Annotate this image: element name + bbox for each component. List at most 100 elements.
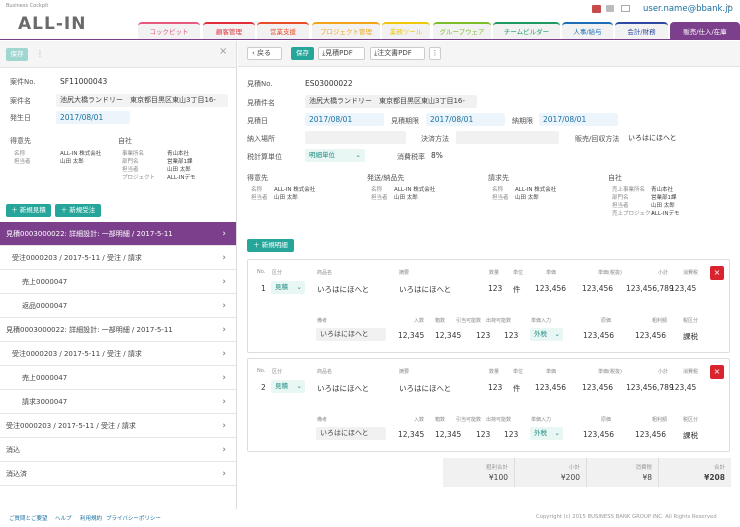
detail-note-input[interactable]: いろはにほへと bbox=[316, 328, 386, 341]
detail-price_tax[interactable]: 123,456 bbox=[582, 284, 613, 293]
tab-3[interactable]: プロジェクト管理 bbox=[312, 22, 380, 39]
estimate-pdf-label: 見積PDF bbox=[325, 49, 353, 57]
delivery-date-input[interactable]: 2017/08/01 bbox=[539, 113, 618, 126]
detail-qty[interactable]: 123 bbox=[488, 383, 502, 392]
tab-4[interactable]: 業務ツール bbox=[382, 22, 430, 39]
detail-boxes[interactable]: 12,345 bbox=[435, 430, 461, 439]
list-item[interactable]: 受注0000203 / 2017-5-11 / 受注 / 請求 › bbox=[0, 414, 236, 438]
new-estimate-button[interactable]: ＋ 新規見積 bbox=[6, 204, 51, 217]
mail-icon[interactable] bbox=[621, 5, 630, 12]
detail-note-input[interactable]: いろはにほへと bbox=[316, 427, 386, 440]
list-item[interactable]: 請求3000047 › bbox=[0, 390, 236, 414]
detail-in_qty[interactable]: 12,345 bbox=[398, 331, 424, 340]
gift-icon[interactable] bbox=[592, 5, 601, 13]
detail-deducted[interactable]: 123 bbox=[476, 331, 490, 340]
detail-header-deducted: 引当可能数 bbox=[456, 417, 482, 423]
notification-icon[interactable] bbox=[606, 5, 614, 12]
detail-shipped[interactable]: 123 bbox=[504, 331, 518, 340]
detail-in_qty[interactable]: 12,345 bbox=[398, 430, 424, 439]
tab-9[interactable]: 販売/仕入/在庫 bbox=[670, 22, 740, 39]
detail-header-cost: 原価 bbox=[601, 318, 612, 324]
tab-0[interactable]: コックピット bbox=[138, 22, 200, 39]
tab-label: コックピット bbox=[149, 28, 189, 36]
kubun-select[interactable]: 見積 ⌄ bbox=[271, 281, 305, 294]
detail-price[interactable]: 123,456 bbox=[535, 284, 566, 293]
footer-link[interactable]: 利用規約 bbox=[80, 514, 102, 522]
user-email[interactable]: user.name@bbank.jp bbox=[643, 4, 733, 14]
footer-link[interactable]: プライバシーポリシー bbox=[106, 514, 161, 522]
estimate-pdf-button[interactable]: ⤓見積PDF bbox=[318, 47, 365, 60]
list-item[interactable]: 見積0003000022: 詳細設計: 一部明細 / 2017-5-11 › bbox=[0, 318, 236, 342]
case-name-label: 案件名 bbox=[10, 97, 31, 105]
detail-name[interactable]: いろはにほへと bbox=[317, 284, 369, 295]
detail-unit[interactable]: 件 bbox=[513, 383, 521, 394]
detail-note-value: いろはにほへと bbox=[320, 429, 369, 437]
estimate-no-value: ES03000022 bbox=[305, 79, 353, 88]
detail-tax[interactable]: 123,45 bbox=[670, 383, 696, 392]
detail-header-tax_type: 税区分 bbox=[683, 318, 699, 324]
tax-unit-select[interactable]: 明細単位 ⌄ bbox=[305, 149, 365, 162]
list-item[interactable]: 売上0000047 › bbox=[0, 270, 236, 294]
tab-6[interactable]: チームビルダー bbox=[493, 22, 560, 39]
detail-qty[interactable]: 123 bbox=[488, 284, 502, 293]
list-item[interactable]: 消込 › bbox=[0, 438, 236, 462]
kubun-value: 見積 bbox=[275, 283, 288, 291]
list-item[interactable]: 受注0000203 / 2017-5-11 / 受注 / 請求 › bbox=[0, 342, 236, 366]
list-item[interactable]: 消込済 › bbox=[0, 462, 236, 486]
delete-row-icon[interactable]: × bbox=[710, 365, 724, 379]
occurrence-date-value[interactable]: 2017/08/01 bbox=[56, 111, 130, 124]
left-close-icon[interactable]: × bbox=[219, 46, 227, 57]
detail-price_tax[interactable]: 123,456 bbox=[582, 383, 613, 392]
detail-price[interactable]: 123,456 bbox=[535, 383, 566, 392]
tab-1[interactable]: 顧客管理 bbox=[203, 22, 255, 39]
app-logo[interactable]: ALL-IN bbox=[18, 14, 86, 34]
detail-boxes[interactable]: 12,345 bbox=[435, 331, 461, 340]
tax-input-select[interactable]: 外税 ⌄ bbox=[530, 427, 563, 440]
estimate-name-input[interactable]: 池尻大橋ランドリー 東京都目黒区東山3丁目16- bbox=[305, 95, 477, 108]
back-button[interactable]: ‹ 戻る bbox=[247, 47, 282, 60]
detail-summary[interactable]: いろはにほへと bbox=[399, 383, 451, 394]
valid-date-input[interactable]: 2017/08/01 bbox=[426, 113, 505, 126]
detail-name[interactable]: いろはにほへと bbox=[317, 383, 369, 394]
tab-2[interactable]: 営業支援 bbox=[257, 22, 309, 39]
detail-shipped[interactable]: 123 bbox=[504, 430, 518, 439]
detail-tax[interactable]: 123,45 bbox=[670, 284, 696, 293]
detail-header-shipped: 出荷可能数 bbox=[486, 318, 512, 324]
delete-row-icon[interactable]: × bbox=[710, 266, 724, 280]
estimate-date-input[interactable]: 2017/08/01 bbox=[305, 113, 384, 126]
new-detail-button[interactable]: ＋ 新規明細 bbox=[247, 239, 294, 252]
list-item[interactable]: 受注0000203 / 2017-5-11 / 受注 / 請求 › bbox=[0, 246, 236, 270]
detail-deducted[interactable]: 123 bbox=[476, 430, 490, 439]
left-more-icon[interactable]: ⋮ bbox=[36, 49, 44, 58]
party-field-key: 売上プロジェクト bbox=[612, 211, 657, 217]
tab-8[interactable]: 会計/財務 bbox=[615, 22, 668, 39]
new-order-button[interactable]: ＋ 新規受注 bbox=[55, 204, 101, 217]
delivery-place-input[interactable] bbox=[305, 131, 406, 144]
tax-input-select[interactable]: 外税 ⌄ bbox=[530, 328, 563, 341]
user-menu-chevron-icon[interactable]: ▾ bbox=[727, 3, 731, 11]
party-title: 請求先 bbox=[488, 174, 509, 182]
total-value: ¥200 bbox=[560, 473, 580, 482]
case-name-value[interactable]: 池尻大橋ランドリー 東京都目黒区東山3丁目16- bbox=[56, 94, 228, 107]
list-item[interactable]: 返品0000047 › bbox=[0, 294, 236, 318]
tab-label: プロジェクト管理 bbox=[320, 28, 372, 36]
tab-5[interactable]: グループウェア bbox=[433, 22, 491, 39]
detail-unit[interactable]: 件 bbox=[513, 284, 521, 295]
list-item[interactable]: 見積0003000022: 詳細設計: 一部明細 / 2017-5-11 › bbox=[0, 222, 236, 246]
save-button[interactable]: 保存 bbox=[291, 47, 314, 60]
payment-method-input[interactable] bbox=[456, 131, 559, 144]
detail-subtotal[interactable]: 123,456,789 bbox=[626, 284, 674, 293]
kubun-select[interactable]: 見積 ⌄ bbox=[271, 380, 305, 393]
detail-tax-type: 課税 bbox=[683, 431, 698, 440]
chevron-right-icon: › bbox=[222, 229, 226, 239]
detail-subtotal[interactable]: 123,456,789 bbox=[626, 383, 674, 392]
tab-7[interactable]: 人事/給与 bbox=[562, 22, 613, 39]
footer-link[interactable]: ご質問とご要望 bbox=[9, 514, 48, 522]
order-pdf-button[interactable]: ⤓注文書PDF bbox=[370, 47, 425, 60]
list-item[interactable]: 売上0000047 › bbox=[0, 366, 236, 390]
footer-link[interactable]: ヘルプ bbox=[55, 514, 72, 522]
detail-summary[interactable]: いろはにほへと bbox=[399, 284, 451, 295]
left-save-button[interactable]: 保存 bbox=[6, 48, 28, 61]
more-options-icon[interactable]: ⋮ bbox=[429, 47, 441, 60]
total-cell: 消費税 ¥8 bbox=[587, 458, 659, 487]
